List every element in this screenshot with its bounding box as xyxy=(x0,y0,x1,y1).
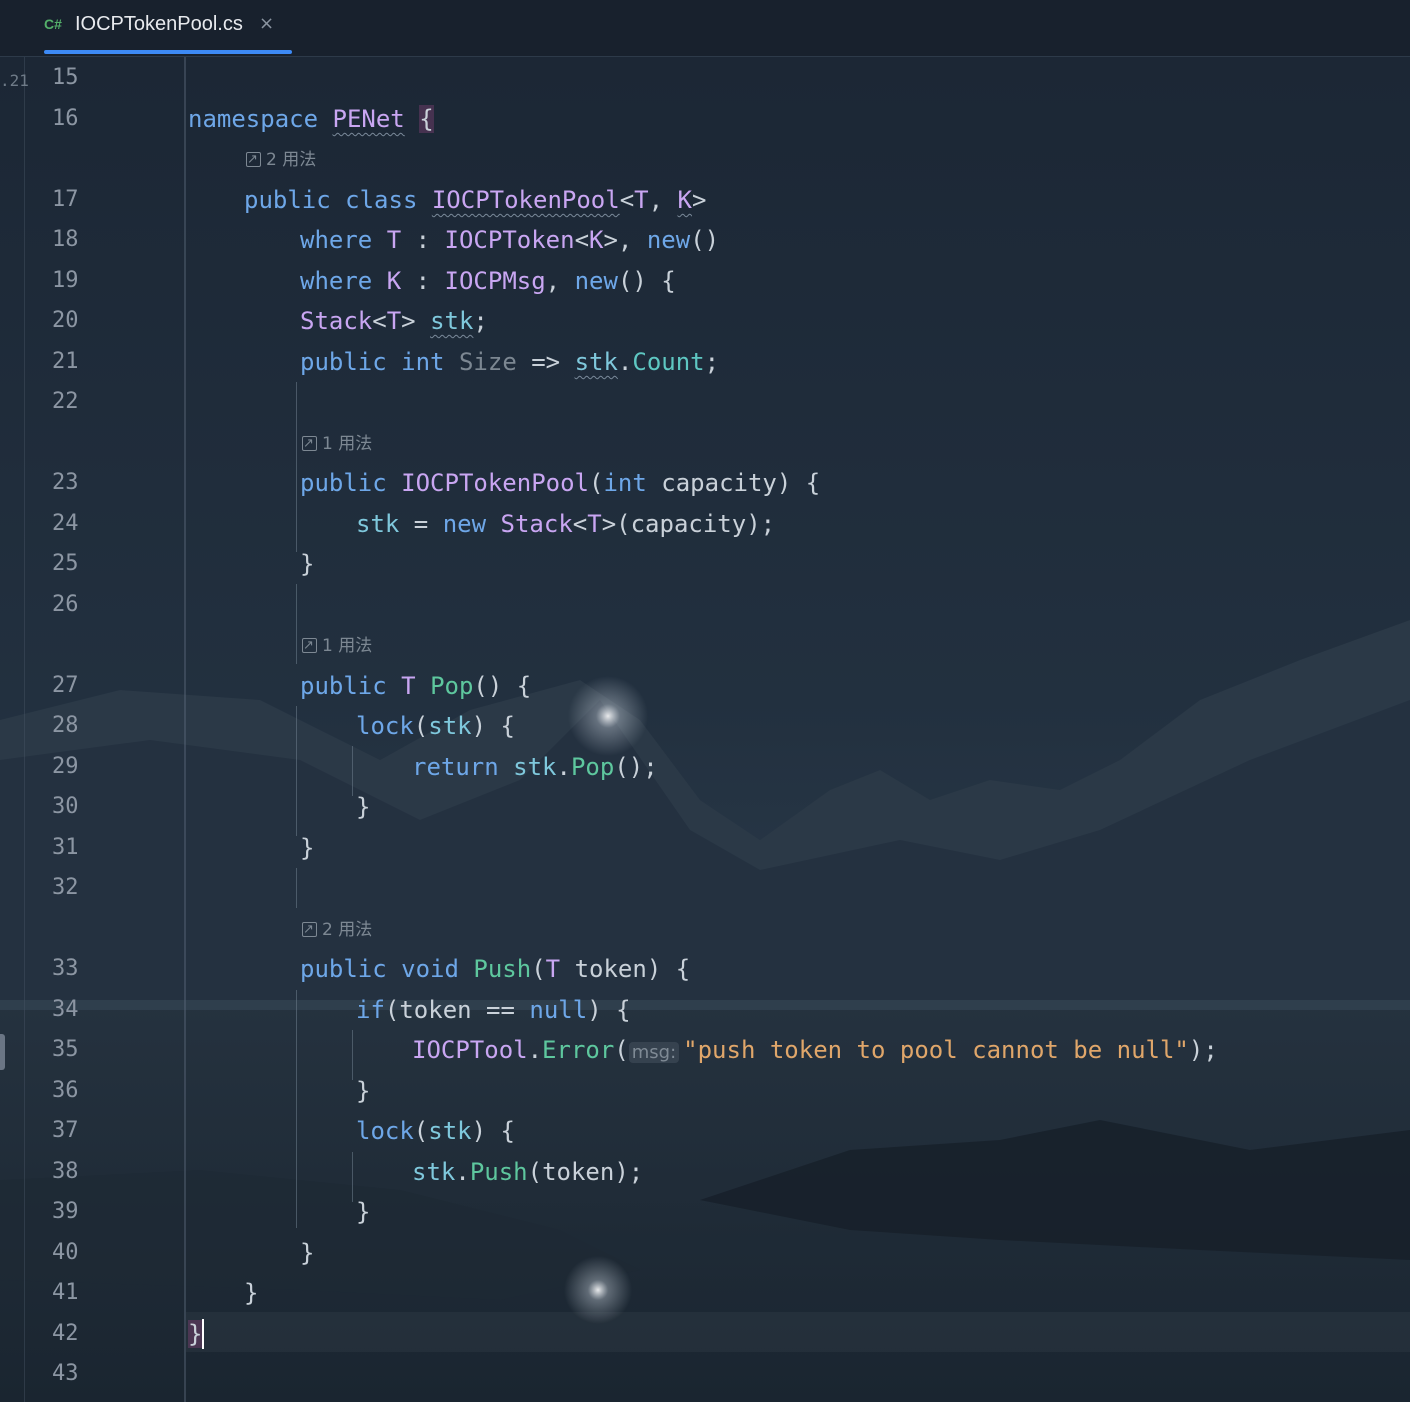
code-line-35[interactable]: IOCPTool.Error(msg: "push token to pool c… xyxy=(412,1035,1218,1068)
line-number[interactable]: 18 xyxy=(52,225,112,255)
text-caret xyxy=(202,1319,205,1349)
code-line-23[interactable]: public IOCPTokenPool(int capacity) { xyxy=(300,468,820,498)
indent-guide xyxy=(352,746,353,796)
usages-hint-class[interactable]: 2 用法 xyxy=(246,148,316,172)
code-line-40[interactable]: } xyxy=(300,1238,314,1268)
indent-guide xyxy=(296,382,297,552)
line-number[interactable]: 19 xyxy=(52,266,112,296)
line-number[interactable]: 40 xyxy=(52,1238,112,1268)
code-line-27[interactable]: public T Pop() { xyxy=(300,671,531,701)
usages-icon xyxy=(302,918,317,942)
code-line-21[interactable]: public int Size => stk.Count; xyxy=(300,347,719,377)
code-line-37[interactable]: lock(stk) { xyxy=(356,1116,515,1146)
current-line-highlight xyxy=(186,1312,1410,1352)
line-number[interactable]: 25 xyxy=(52,549,112,579)
usages-icon xyxy=(302,634,317,658)
line-number[interactable]: 39 xyxy=(52,1197,112,1227)
gutter-separator xyxy=(184,57,186,1402)
line-number[interactable]: 28 xyxy=(52,711,112,741)
line-number[interactable]: 20 xyxy=(52,306,112,336)
parameter-name-hint: msg: xyxy=(628,1042,680,1063)
code-line-20[interactable]: Stack<T> stk; xyxy=(300,306,488,336)
usages-hint-ctor[interactable]: 1 用法 xyxy=(302,432,372,456)
line-number[interactable]: 32 xyxy=(52,873,112,903)
line-number[interactable]: 30 xyxy=(52,792,112,822)
code-line-36[interactable]: } xyxy=(356,1076,370,1106)
usages-hint-pop[interactable]: 1 用法 xyxy=(302,634,372,658)
line-number[interactable]: 26 xyxy=(52,590,112,620)
editor-tab-bar: C# IOCPTokenPool.cs × xyxy=(0,0,1410,57)
code-line-28[interactable]: lock(stk) { xyxy=(356,711,515,741)
code-line-34[interactable]: if(token == null) { xyxy=(356,995,631,1025)
code-line-29[interactable]: return stk.Pop(); xyxy=(412,752,658,782)
line-number[interactable]: 31 xyxy=(52,833,112,863)
line-number[interactable]: 23 xyxy=(52,468,112,498)
change-marker[interactable] xyxy=(0,1034,5,1070)
active-tab-indicator xyxy=(44,50,292,54)
usages-icon xyxy=(302,432,317,456)
code-line-39[interactable]: } xyxy=(356,1197,370,1227)
line-number[interactable]: 17 xyxy=(52,185,112,215)
code-line-30[interactable]: } xyxy=(356,792,370,822)
code-line-31[interactable]: } xyxy=(300,833,314,863)
code-line-19[interactable]: where K : IOCPMsg, new() { xyxy=(300,266,676,296)
line-number[interactable]: 16 xyxy=(52,104,112,134)
line-number[interactable]: 27 xyxy=(52,671,112,701)
line-number[interactable]: 41 xyxy=(52,1278,112,1308)
usages-hint-push[interactable]: 2 用法 xyxy=(302,918,372,942)
revision-label: .21 xyxy=(0,71,29,90)
indent-guide xyxy=(352,1030,353,1080)
line-number[interactable]: 38 xyxy=(52,1157,112,1187)
indent-guide xyxy=(296,868,297,908)
line-number[interactable]: 37 xyxy=(52,1116,112,1146)
code-line-25[interactable]: } xyxy=(300,549,314,579)
line-number[interactable]: 24 xyxy=(52,509,112,539)
line-number[interactable]: 29 xyxy=(52,752,112,782)
code-line-24[interactable]: stk = new Stack<T>(capacity); xyxy=(356,509,775,539)
usages-icon xyxy=(246,148,261,172)
line-number[interactable]: 33 xyxy=(52,954,112,984)
line-number[interactable]: 43 xyxy=(52,1359,112,1389)
line-number[interactable]: 42 xyxy=(52,1319,112,1349)
indent-guide xyxy=(352,1152,353,1202)
indent-guide xyxy=(296,584,297,664)
csharp-file-icon: C# xyxy=(44,16,62,32)
code-line-42[interactable]: } xyxy=(188,1319,205,1349)
code-line-16[interactable]: namespace PENet { xyxy=(188,104,434,134)
line-number[interactable]: 34 xyxy=(52,995,112,1025)
code-line-41[interactable]: } xyxy=(244,1278,258,1308)
line-number[interactable]: 22 xyxy=(52,387,112,417)
line-number[interactable]: 21 xyxy=(52,347,112,377)
indent-guide xyxy=(296,990,297,1228)
code-line-38[interactable]: stk.Push(token); xyxy=(412,1157,643,1187)
code-line-18[interactable]: where T : IOCPToken<K>, new() xyxy=(300,225,719,255)
close-icon[interactable]: × xyxy=(259,13,274,34)
line-number[interactable]: 15 xyxy=(52,63,112,93)
tab-iocptokenpool[interactable]: C# IOCPTokenPool.cs × xyxy=(28,0,292,56)
line-number[interactable]: 36 xyxy=(52,1076,112,1106)
indent-guide xyxy=(296,706,297,836)
code-line-33[interactable]: public void Push(T token) { xyxy=(300,954,690,984)
left-tool-strip: .21 xyxy=(0,57,29,1402)
code-line-17[interactable]: public class IOCPTokenPool<T, K> xyxy=(244,185,706,215)
tab-title: IOCPTokenPool.cs xyxy=(75,13,243,35)
line-number[interactable]: 35 xyxy=(52,1035,112,1065)
